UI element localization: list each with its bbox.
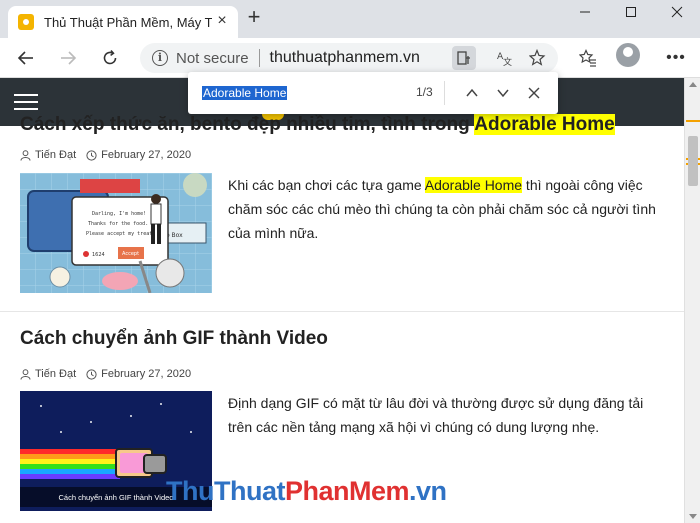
address-bar[interactable]: i Not secure thuthuatphanmem.vn A文 [140,43,558,73]
profile-avatar[interactable] [616,43,640,67]
article-title-2[interactable]: Cách chuyển ảnh GIF thành Video [20,328,328,350]
maximize-icon [626,7,636,17]
tab-close-icon[interactable]: × [214,13,230,30]
watermark-part-1: ThuThuat [166,476,285,506]
find-match-marker [686,120,700,122]
user-icon [20,368,31,380]
article-title-text: Cách xếp thức ăn, bento đẹp nhiều tim, t… [20,114,475,135]
url-text[interactable]: thuthuatphanmem.vn [270,49,420,67]
watermark-part-3: .vn [409,476,447,506]
svg-text:文: 文 [503,56,512,66]
scrollbar-thumb[interactable] [688,136,698,186]
scroll-down-icon[interactable] [689,514,697,519]
hamburger-menu-icon[interactable] [14,94,38,110]
bento-accept: Accept [122,251,139,257]
thumb-caption: Cách chuyển ảnh GIF thành Video [59,493,174,502]
find-bar: Adorable Home 1/3 [188,72,558,114]
user-icon [20,149,31,161]
find-input[interactable]: Adorable Home [202,84,288,102]
bento-game-image: Bento Box Darling, I'm home! Thanks for … [20,173,212,293]
article-divider [0,311,684,312]
translate-icon: A文 [497,52,512,66]
bento-dialog-line-2: Thanks for the food. [88,221,148,227]
author-name-2[interactable]: Tiến Đạt [35,368,76,380]
info-icon[interactable]: i [152,50,168,66]
site-favicon-icon [18,14,34,30]
close-icon [528,87,540,99]
minimize-button[interactable] [562,0,608,24]
clock-icon [86,149,97,161]
find-previous-button[interactable] [460,81,484,105]
close-icon [671,6,683,18]
reading-view-button[interactable] [452,46,476,70]
find-separator [444,81,445,105]
tab-strip: Thủ Thuật Phần Mềm, Máy Tính, × + [0,0,700,38]
find-match-count: 1/3 [416,85,433,99]
minimize-icon [580,11,590,13]
maximize-button[interactable] [608,0,654,24]
bento-score: 1624 [92,252,105,258]
article-title[interactable]: Cách xếp thức ăn, bento đẹp nhiều tim, t… [20,114,615,136]
bento-dialog-line-1: Darling, I'm home! [92,211,146,217]
scroll-up-icon[interactable] [689,82,697,87]
arrow-left-icon [17,51,33,65]
browser-tab[interactable]: Thủ Thuật Phần Mềm, Máy Tính, × [8,6,238,38]
chevron-down-icon [497,89,509,98]
article-meta-2: Tiến Đạt February 27, 2020 [20,368,191,380]
post-date: February 27, 2020 [101,149,192,161]
article-thumbnail[interactable]: Bento Box Darling, I'm home! Thanks for … [20,173,212,293]
forward-button[interactable] [56,46,80,70]
watermark-part-2: PhanMem [284,476,410,506]
reload-icon [103,50,117,65]
find-query: Adorable Home [202,86,288,100]
clock-icon [86,368,97,380]
post-date-2: February 27, 2020 [101,368,192,380]
favorite-button[interactable] [526,46,550,70]
author-name[interactable]: Tiến Đạt [35,149,76,161]
article-meta: Tiến Đạt February 27, 2020 [20,149,191,161]
find-next-button[interactable] [491,81,515,105]
back-button[interactable] [14,46,38,70]
translate-button[interactable]: A文 [492,46,516,70]
star-add-icon [529,49,546,66]
find-highlight-excerpt: Adorable Home [424,177,523,193]
find-highlight: Adorable Home [474,114,615,135]
security-label: Not secure [176,49,249,67]
web-page: Cách xếp thức ăn, bento đẹp nhiều tim, t… [0,78,684,523]
favorites-list-icon [579,49,596,67]
more-menu-icon[interactable]: ••• [664,46,688,70]
find-close-button[interactable] [522,81,546,105]
address-separator [258,49,260,67]
reading-view-icon [457,51,470,65]
reload-button[interactable] [98,46,122,70]
new-tab-button[interactable]: + [244,6,264,28]
site-watermark: ThuThuatPhanMem.vn [166,476,447,507]
chevron-up-icon [466,88,478,97]
window-close-button[interactable] [654,0,700,24]
favorites-collection-button[interactable] [576,46,600,70]
excerpt-text-before: Khi các bạn chơi các tựa game [228,177,425,193]
bento-dialog-line-3: Please accept my treat. [86,231,155,237]
page-scrollbar[interactable] [684,78,700,523]
article-excerpt-2: Định dạng GIF có mặt từ lâu đời và thườn… [228,395,644,435]
arrow-right-icon [61,51,77,65]
tab-title: Thủ Thuật Phần Mềm, Máy Tính, [44,14,212,30]
article-excerpt: Khi các bạn chơi các tựa game Adorable H… [228,173,668,245]
